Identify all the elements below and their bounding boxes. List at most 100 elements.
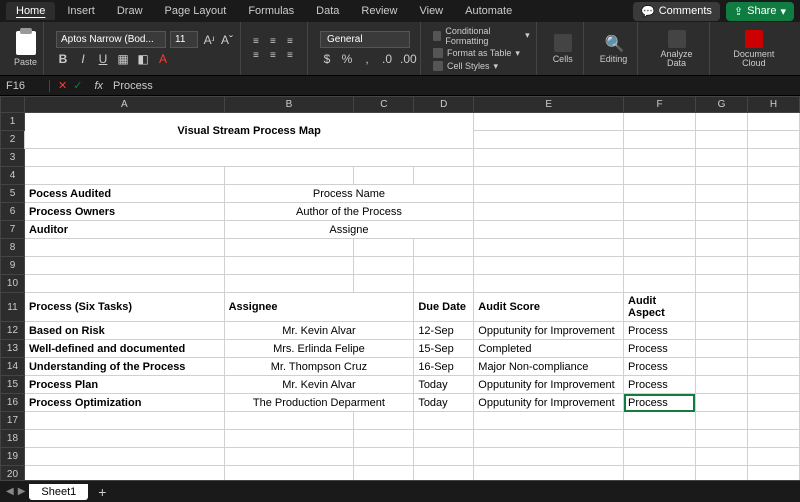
- cell-B16[interactable]: The Production Deparment: [224, 394, 414, 412]
- col-header-F[interactable]: F: [624, 97, 696, 113]
- cell-B11[interactable]: Assignee: [224, 293, 414, 322]
- col-header-D[interactable]: D: [414, 97, 474, 113]
- cell-D14[interactable]: 16-Sep: [414, 358, 474, 376]
- tab-formulas[interactable]: Formulas: [238, 2, 304, 20]
- cell-E4[interactable]: [474, 167, 624, 185]
- cell-D20[interactable]: [414, 466, 474, 481]
- cell-A5[interactable]: Pocess Audited: [24, 185, 224, 203]
- row-header-1[interactable]: 1: [1, 113, 25, 131]
- cell-H4[interactable]: [747, 167, 799, 185]
- cell-F12[interactable]: Process: [624, 322, 696, 340]
- cell-F3[interactable]: [624, 149, 696, 167]
- cell-E19[interactable]: [474, 448, 624, 466]
- analyze-data-button[interactable]: Analyze Data: [650, 28, 703, 70]
- increase-decimal-icon[interactable]: .00: [400, 52, 414, 66]
- tab-automate[interactable]: Automate: [455, 2, 522, 20]
- cell-F8[interactable]: [624, 239, 696, 257]
- cell-F13[interactable]: Process: [624, 340, 696, 358]
- font-size-select[interactable]: [170, 31, 198, 48]
- increase-font-icon[interactable]: Aʴ: [202, 33, 216, 47]
- cell-B14[interactable]: Mr. Thompson Cruz: [224, 358, 414, 376]
- row-header-4[interactable]: 4: [1, 167, 25, 185]
- add-sheet-button[interactable]: +: [92, 484, 112, 500]
- tab-review[interactable]: Review: [351, 2, 407, 20]
- formula-input[interactable]: Process: [107, 80, 800, 92]
- cancel-icon[interactable]: ✕: [58, 79, 67, 92]
- cell-H14[interactable]: [747, 358, 799, 376]
- col-header-H[interactable]: H: [747, 97, 799, 113]
- comments-button[interactable]: 💬 Comments: [633, 2, 720, 21]
- cell-E5[interactable]: [474, 185, 624, 203]
- currency-button[interactable]: $: [320, 52, 334, 66]
- tab-home[interactable]: Home: [6, 2, 55, 20]
- cell-H11[interactable]: [747, 293, 799, 322]
- cell-F20[interactable]: [624, 466, 696, 481]
- underline-button[interactable]: U: [96, 52, 110, 66]
- cell-H17[interactable]: [747, 412, 799, 430]
- cell-G20[interactable]: [695, 466, 747, 481]
- align-right-icon[interactable]: ≡: [287, 50, 301, 61]
- document-cloud-button[interactable]: Document Cloud: [722, 28, 786, 70]
- decrease-decimal-icon[interactable]: .0: [380, 52, 394, 66]
- cell-B8[interactable]: [224, 239, 354, 257]
- cell-B18[interactable]: [224, 430, 354, 448]
- cell-H19[interactable]: [747, 448, 799, 466]
- cell-H18[interactable]: [747, 430, 799, 448]
- col-header-C[interactable]: C: [354, 97, 414, 113]
- cell-E17[interactable]: [474, 412, 624, 430]
- cell-A8[interactable]: [24, 239, 224, 257]
- cell-reference[interactable]: F16: [0, 80, 50, 92]
- cell-G9[interactable]: [695, 257, 747, 275]
- cell-H2[interactable]: [747, 131, 799, 149]
- cell-B20[interactable]: [224, 466, 354, 481]
- cell-B17[interactable]: [224, 412, 354, 430]
- cell-F19[interactable]: [624, 448, 696, 466]
- comma-button[interactable]: ,: [360, 52, 374, 66]
- cell-G10[interactable]: [695, 275, 747, 293]
- select-all-corner[interactable]: [1, 97, 25, 113]
- cell-H15[interactable]: [747, 376, 799, 394]
- cell-H6[interactable]: [747, 203, 799, 221]
- cell-G3[interactable]: [695, 149, 747, 167]
- cell-C18[interactable]: [354, 430, 414, 448]
- cell-A13[interactable]: Well-defined and documented: [24, 340, 224, 358]
- col-header-G[interactable]: G: [695, 97, 747, 113]
- cell-D17[interactable]: [414, 412, 474, 430]
- fill-color-button[interactable]: ◧: [136, 52, 150, 66]
- cell-G12[interactable]: [695, 322, 747, 340]
- cell-C17[interactable]: [354, 412, 414, 430]
- next-sheet-icon[interactable]: ▶: [18, 486, 26, 497]
- cell-H3[interactable]: [747, 149, 799, 167]
- cell-C10[interactable]: [354, 275, 414, 293]
- align-top-icon[interactable]: ≡: [253, 36, 267, 47]
- cell-H13[interactable]: [747, 340, 799, 358]
- cell-E14[interactable]: Major Non-compliance: [474, 358, 624, 376]
- fx-icon[interactable]: fx: [90, 80, 107, 92]
- cell-A14[interactable]: Understanding of the Process: [24, 358, 224, 376]
- cell-D11[interactable]: Due Date: [414, 293, 474, 322]
- cell-F9[interactable]: [624, 257, 696, 275]
- cell-D9[interactable]: [414, 257, 474, 275]
- cell-E11[interactable]: Audit Score: [474, 293, 624, 322]
- row-header-20[interactable]: 20: [1, 466, 25, 481]
- cell-E20[interactable]: [474, 466, 624, 481]
- tab-draw[interactable]: Draw: [107, 2, 153, 20]
- row-header-16[interactable]: 16: [1, 394, 25, 412]
- cell-G7[interactable]: [695, 221, 747, 239]
- cell-F5[interactable]: [624, 185, 696, 203]
- cell-G18[interactable]: [695, 430, 747, 448]
- row-header-17[interactable]: 17: [1, 412, 25, 430]
- cell-B10[interactable]: [224, 275, 354, 293]
- cell-E13[interactable]: Completed: [474, 340, 624, 358]
- cell-F17[interactable]: [624, 412, 696, 430]
- cell-C19[interactable]: [354, 448, 414, 466]
- cell-D10[interactable]: [414, 275, 474, 293]
- row-header-2[interactable]: 2: [1, 131, 25, 149]
- cell-F6[interactable]: [624, 203, 696, 221]
- cell-B5[interactable]: Process Name: [224, 185, 474, 203]
- cell-D4[interactable]: [414, 167, 474, 185]
- cell-G6[interactable]: [695, 203, 747, 221]
- cell-E15[interactable]: Opputunity for Improvement: [474, 376, 624, 394]
- row-header-19[interactable]: 19: [1, 448, 25, 466]
- cell-E2[interactable]: [474, 131, 624, 149]
